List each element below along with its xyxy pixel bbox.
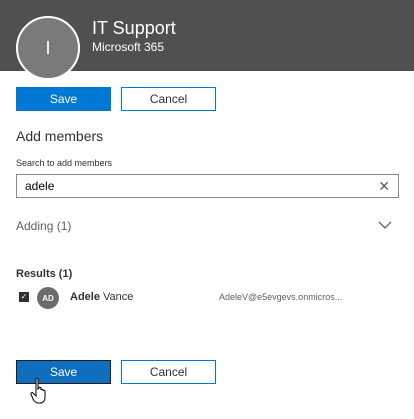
search-label: Search to add members: [16, 158, 113, 168]
save-button-label: Save: [49, 92, 78, 106]
group-avatar-initial: I: [45, 37, 51, 58]
cancel-button-label: Cancel: [149, 365, 188, 379]
results-title: Results (1): [16, 268, 73, 280]
group-avatar: I: [16, 16, 80, 80]
avatar: AD: [37, 287, 59, 309]
result-last-name: Vance: [103, 291, 134, 303]
add-members-title: Add members: [16, 128, 104, 144]
result-name: Adele Vance: [70, 291, 133, 303]
group-subtitle: Microsoft 365: [92, 40, 165, 54]
chevron-down-icon[interactable]: [378, 220, 392, 230]
adding-section-toggle[interactable]: Adding (1): [16, 219, 71, 233]
save-button-top[interactable]: Save: [16, 87, 111, 111]
cancel-button-bottom[interactable]: Cancel: [121, 360, 216, 384]
search-input-value: adele: [25, 179, 55, 193]
avatar-initials: AD: [42, 293, 54, 303]
search-input[interactable]: adele ✕: [16, 174, 399, 198]
close-icon[interactable]: ✕: [378, 179, 390, 193]
hand-pointer-icon: [30, 377, 46, 404]
result-checkbox[interactable]: ✓: [19, 292, 29, 302]
cancel-button-label: Cancel: [149, 92, 188, 106]
save-button-label: Save: [49, 365, 78, 379]
result-first-name: Adele: [70, 291, 100, 303]
result-email: AdeleV@e5evgevs.onmicros...: [219, 292, 343, 302]
result-row[interactable]: ✓ AD Adele Vance AdeleV@e5evgevs.onmicro…: [16, 286, 399, 310]
cancel-button-top[interactable]: Cancel: [121, 87, 216, 111]
panel-header: I IT Support Microsoft 365: [0, 0, 414, 80]
group-title: IT Support: [92, 18, 176, 38]
